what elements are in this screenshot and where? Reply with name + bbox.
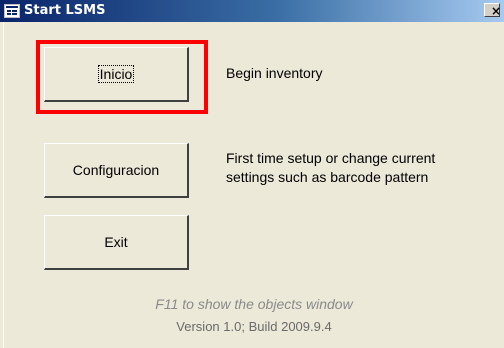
configuracion-button[interactable]: Configuracion — [44, 143, 189, 198]
configuracion-button-label: Configuracion — [72, 162, 160, 178]
form-window-icon — [4, 4, 20, 18]
objects-window-hint: F11 to show the objects window — [155, 296, 353, 312]
exit-button-label: Exit — [104, 234, 128, 250]
close-icon: × — [491, 4, 502, 18]
configuracion-description-line-1: First time setup or change current — [226, 150, 436, 166]
inicio-description: Begin inventory — [226, 65, 323, 81]
inicio-button-label: Inicio — [97, 65, 135, 83]
start-lsms-window: Start LSMS × Inicio Begin inventory Conf… — [0, 0, 504, 348]
title-bar[interactable]: Start LSMS × — [0, 0, 504, 22]
window-title: Start LSMS — [24, 3, 106, 18]
version-text: Version 1.0; Build 2009.9.4 — [176, 319, 332, 334]
exit-button[interactable]: Exit — [44, 215, 189, 270]
close-button[interactable]: × — [484, 3, 502, 18]
configuracion-description-line-2: settings such as barcode pattern — [226, 169, 429, 185]
inicio-button[interactable]: Inicio — [44, 47, 189, 102]
content-area: Inicio Begin inventory Configuracion Fir… — [4, 22, 504, 348]
